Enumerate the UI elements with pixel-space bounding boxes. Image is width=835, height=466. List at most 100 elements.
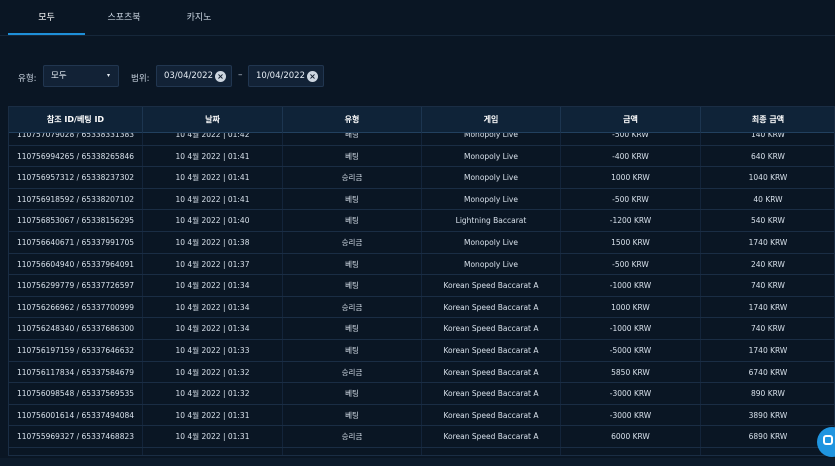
cell-date: 10 4월 2022 | 01:40: [143, 210, 283, 231]
cell-type: 승리금: [283, 231, 422, 253]
table-row: 110755969327 / 65337468823 10 4월 2022 | 0…: [9, 426, 834, 448]
cell-amount: [561, 447, 701, 455]
cell-date: 10 4월 2022 | 01:31: [143, 404, 283, 426]
cell-game: Korean Speed Baccarat A: [422, 318, 561, 339]
table-body[interactable]: 110757079028 / 65338331383 10 4월 2022 | 0…: [9, 124, 834, 455]
date-to-value: 10/04/2022: [256, 71, 305, 81]
cell-reference-id: 110756957312 / 65338237302: [9, 167, 143, 188]
cell-game: Lightning Baccarat: [422, 210, 561, 231]
cell-type: 베팅: [283, 339, 422, 361]
cell-game: [422, 447, 561, 455]
cell-game: Monopoly Live: [422, 145, 561, 167]
table-row: 110756604940 / 65337964091 10 4월 2022 | 0…: [9, 253, 834, 276]
cell-type: 승리금: [283, 167, 422, 188]
cell-reference-id: [9, 447, 143, 455]
date-from-value: 03/04/2022: [164, 71, 213, 81]
table-row: 110756640671 / 65337991705 10 4월 2022 | 0…: [9, 231, 834, 254]
cell-reference-id: 110756640671 / 65337991705: [9, 231, 143, 253]
cell-date: 10 4월 2022 | 01:41: [143, 167, 283, 188]
cell-type: 베팅: [283, 188, 422, 210]
table-row: 110756266962 / 65337700999 10 4월 2022 | 0…: [9, 296, 834, 319]
table-row: [9, 447, 834, 455]
cell-reference-id: 110756604940 / 65337964091: [9, 253, 143, 275]
cell-final-amount: 1740 KRW: [701, 232, 834, 253]
cell-amount: -1000 KRW: [561, 275, 701, 296]
tab-casino[interactable]: 카지노: [168, 0, 230, 35]
cell-amount: -1200 KRW: [561, 210, 701, 231]
cell-amount: -500 KRW: [561, 253, 701, 275]
cell-amount: -3000 KRW: [561, 383, 701, 404]
cell-reference-id: 110756197159 / 65337646632: [9, 339, 143, 361]
cell-final-amount: 540 KRW: [701, 210, 834, 231]
column-header-reference-id: 참조 ID/베팅 ID: [9, 107, 143, 133]
table-row: 110756098548 / 65337569535 10 4월 2022 | 0…: [9, 383, 834, 405]
cell-type: 베팅: [283, 383, 422, 404]
chat-icon: [823, 435, 833, 445]
cell-final-amount: 640 KRW: [701, 146, 834, 167]
cell-date: 10 4월 2022 | 01:33: [143, 339, 283, 361]
cell-date: 10 4월 2022 | 01:34: [143, 318, 283, 339]
cell-type: 베팅: [283, 210, 422, 231]
clear-date-to-icon[interactable]: ×: [307, 71, 318, 82]
tab-bar: 모두 스포츠북 카지노: [0, 0, 835, 36]
cell-game: Monopoly Live: [422, 167, 561, 188]
cell-amount: 1500 KRW: [561, 231, 701, 253]
table-row: 110756918592 / 65338207102 10 4월 2022 | 0…: [9, 188, 834, 211]
cell-type: 베팅: [283, 145, 422, 167]
cell-date: 10 4월 2022 | 01:37: [143, 253, 283, 275]
table-row: 110756117834 / 65337584679 10 4월 2022 | 0…: [9, 361, 834, 384]
type-select-value: 모두: [51, 71, 67, 81]
cell-final-amount: 1040 KRW: [701, 167, 834, 188]
cell-date: 10 4월 2022 | 01:32: [143, 383, 283, 404]
cell-final-amount: 740 KRW: [701, 275, 834, 296]
cell-reference-id: 110756918592 / 65338207102: [9, 188, 143, 210]
cell-type: [283, 447, 422, 455]
cell-amount: 5850 KRW: [561, 361, 701, 383]
cell-date: 10 4월 2022 | 01:34: [143, 296, 283, 318]
cell-reference-id: 110756266962 / 65337700999: [9, 296, 143, 318]
cell-reference-id: 110756299779 / 65337726597: [9, 275, 143, 296]
tab-sportsbook[interactable]: 스포츠북: [93, 0, 155, 35]
horizontal-scrollbar[interactable]: [0, 458, 835, 466]
tab-all[interactable]: 모두: [8, 0, 85, 35]
cell-game: Monopoly Live: [422, 231, 561, 253]
cell-type: 베팅: [283, 275, 422, 296]
cell-game: Korean Speed Baccarat A: [422, 404, 561, 426]
date-to-field[interactable]: 10/04/2022 ×: [248, 65, 324, 87]
cell-final-amount: [701, 448, 834, 455]
table-row: 110756248340 / 65337686300 10 4월 2022 | 0…: [9, 318, 834, 340]
column-header-type: 유형: [283, 107, 422, 133]
cell-game: Korean Speed Baccarat A: [422, 361, 561, 383]
cell-amount: 6000 KRW: [561, 426, 701, 447]
cell-date: 10 4월 2022 | 01:41: [143, 188, 283, 210]
type-select[interactable]: 모두 ▾: [43, 65, 119, 87]
table-row: 110756299779 / 65337726597 10 4월 2022 | 0…: [9, 275, 834, 297]
cell-type: 베팅: [283, 404, 422, 426]
cell-amount: -3000 KRW: [561, 404, 701, 426]
cell-game: Korean Speed Baccarat A: [422, 275, 561, 296]
column-header-amount: 금액: [561, 107, 701, 133]
cell-final-amount: 890 KRW: [701, 383, 834, 404]
cell-type: 승리금: [283, 296, 422, 318]
cell-final-amount: 1740 KRW: [701, 340, 834, 361]
cell-amount: -400 KRW: [561, 145, 701, 167]
cell-game: Korean Speed Baccarat A: [422, 383, 561, 404]
cell-final-amount: 240 KRW: [701, 254, 834, 275]
cell-reference-id: 110756001614 / 65337494084: [9, 404, 143, 426]
range-filter-label: 범위:: [131, 74, 150, 84]
table-row: 110756853067 / 65338156295 10 4월 2022 | 0…: [9, 210, 834, 232]
date-from-field[interactable]: 03/04/2022 ×: [156, 65, 232, 87]
cell-game: Korean Speed Baccarat A: [422, 426, 561, 447]
cell-type: 베팅: [283, 253, 422, 275]
cell-game: Korean Speed Baccarat A: [422, 296, 561, 318]
cell-date: [143, 447, 283, 455]
cell-game: Korean Speed Baccarat A: [422, 339, 561, 361]
cell-final-amount: 6890 KRW: [701, 426, 834, 447]
table-header: 참조 ID/베팅 ID 날짜 유형 게임 금액 최종 금액: [9, 107, 834, 133]
table-row: 110756994265 / 65338265846 10 4월 2022 | 0…: [9, 145, 834, 168]
cell-reference-id: 110756248340 / 65337686300: [9, 318, 143, 339]
cell-game: Monopoly Live: [422, 253, 561, 275]
table-row: 110756197159 / 65337646632 10 4월 2022 | 0…: [9, 339, 834, 362]
clear-date-from-icon[interactable]: ×: [215, 71, 226, 82]
cell-reference-id: 110756994265 / 65338265846: [9, 145, 143, 167]
